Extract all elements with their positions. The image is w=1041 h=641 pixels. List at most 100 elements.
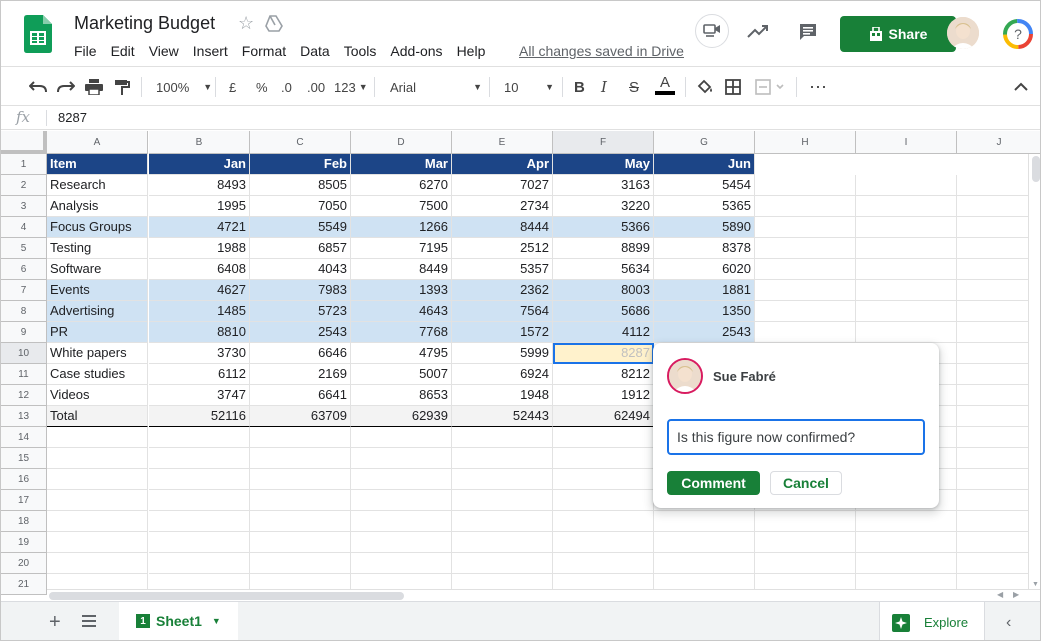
menu-tools[interactable]: Tools bbox=[344, 43, 377, 59]
empty-cell[interactable] bbox=[755, 553, 856, 574]
table-cell[interactable]: 1948 bbox=[452, 385, 553, 406]
more-options-icon[interactable]: ⋯ bbox=[809, 75, 828, 99]
table-cell[interactable]: Analysis bbox=[47, 196, 148, 217]
row-header-13[interactable]: 13 bbox=[1, 406, 47, 427]
bold-button[interactable]: B bbox=[574, 75, 585, 99]
empty-cell[interactable] bbox=[856, 217, 957, 238]
row-header-4[interactable]: 4 bbox=[1, 217, 47, 238]
empty-cell[interactable] bbox=[351, 427, 452, 448]
total-cell[interactable]: 52443 bbox=[452, 406, 553, 427]
collapse-side-panel-icon[interactable]: ‹ bbox=[1006, 614, 1011, 632]
empty-cell[interactable] bbox=[553, 469, 654, 490]
empty-cell[interactable] bbox=[452, 511, 553, 532]
table-cell[interactable]: 4112 bbox=[553, 322, 654, 343]
table-cell[interactable]: 1988 bbox=[149, 238, 250, 259]
tab-sheet1[interactable]: 1 Sheet1 ▼ bbox=[119, 602, 238, 640]
zoom-select[interactable]: 100% ▼ bbox=[156, 75, 212, 99]
redo-icon[interactable] bbox=[57, 75, 75, 99]
empty-cell[interactable] bbox=[452, 469, 553, 490]
table-cell[interactable]: Case studies bbox=[47, 364, 148, 385]
header-cell[interactable]: Apr bbox=[452, 154, 553, 175]
table-cell[interactable]: 8212 bbox=[553, 364, 654, 385]
row-header-17[interactable]: 17 bbox=[1, 490, 47, 511]
empty-cell[interactable] bbox=[654, 511, 755, 532]
format-currency-button[interactable]: £ bbox=[229, 75, 236, 99]
menu-file[interactable]: File bbox=[74, 43, 97, 59]
table-cell[interactable]: 6646 bbox=[250, 343, 351, 364]
row-header-11[interactable]: 11 bbox=[1, 364, 47, 385]
table-cell[interactable]: 7050 bbox=[250, 196, 351, 217]
vertical-scroll-thumb[interactable] bbox=[1032, 156, 1040, 182]
collapse-toolbar-icon[interactable] bbox=[1014, 75, 1028, 99]
chevron-down-icon[interactable]: ▼ bbox=[212, 616, 221, 626]
row-header-2[interactable]: 2 bbox=[1, 175, 47, 196]
table-cell[interactable]: 1485 bbox=[149, 301, 250, 322]
empty-cell[interactable] bbox=[755, 196, 856, 217]
header-cell[interactable]: Mar bbox=[351, 154, 452, 175]
table-cell[interactable]: 8378 bbox=[654, 238, 755, 259]
empty-cell[interactable] bbox=[149, 553, 250, 574]
empty-cell[interactable] bbox=[47, 532, 148, 553]
column-header-e[interactable]: E bbox=[452, 131, 553, 154]
sheets-logo-icon[interactable] bbox=[24, 15, 52, 53]
table-cell[interactable]: Testing bbox=[47, 238, 148, 259]
row-header-7[interactable]: 7 bbox=[1, 280, 47, 301]
row-header-9[interactable]: 9 bbox=[1, 322, 47, 343]
total-cell[interactable]: 52116 bbox=[149, 406, 250, 427]
empty-cell[interactable] bbox=[452, 532, 553, 553]
empty-cell[interactable] bbox=[755, 301, 856, 322]
row-header-16[interactable]: 16 bbox=[1, 469, 47, 490]
empty-cell[interactable] bbox=[856, 280, 957, 301]
empty-cell[interactable] bbox=[351, 511, 452, 532]
scroll-down-icon[interactable]: ▼ bbox=[1032, 581, 1039, 588]
empty-cell[interactable] bbox=[250, 490, 351, 511]
table-cell[interactable]: 5890 bbox=[654, 217, 755, 238]
menu-format[interactable]: Format bbox=[242, 43, 286, 59]
empty-cell[interactable] bbox=[250, 553, 351, 574]
table-cell[interactable]: 1266 bbox=[351, 217, 452, 238]
table-cell[interactable]: 2734 bbox=[452, 196, 553, 217]
explore-button[interactable]: Explore bbox=[879, 602, 985, 640]
empty-cell[interactable] bbox=[654, 553, 755, 574]
empty-cell[interactable] bbox=[250, 469, 351, 490]
table-cell[interactable]: 3730 bbox=[149, 343, 250, 364]
empty-cell[interactable] bbox=[47, 490, 148, 511]
column-header-b[interactable]: B bbox=[149, 131, 250, 154]
scroll-right-icon[interactable]: ▶ bbox=[1013, 590, 1019, 599]
total-cell[interactable]: Total bbox=[47, 406, 148, 427]
row-header-8[interactable]: 8 bbox=[1, 301, 47, 322]
table-cell[interactable]: 6112 bbox=[149, 364, 250, 385]
menu-addons[interactable]: Add-ons bbox=[390, 43, 442, 59]
empty-cell[interactable] bbox=[351, 469, 452, 490]
comment-input[interactable]: Is this figure now confirmed? bbox=[667, 419, 925, 455]
table-cell[interactable]: 7027 bbox=[452, 175, 553, 196]
table-cell[interactable]: 5549 bbox=[250, 217, 351, 238]
empty-cell[interactable] bbox=[149, 511, 250, 532]
row-header-10[interactable]: 10 bbox=[1, 343, 47, 364]
empty-cell[interactable] bbox=[553, 532, 654, 553]
table-cell[interactable]: 4795 bbox=[351, 343, 452, 364]
increase-decimal-button[interactable]: .00 bbox=[307, 75, 325, 99]
table-cell[interactable]: 1350 bbox=[654, 301, 755, 322]
header-cell[interactable]: Jun bbox=[654, 154, 755, 175]
empty-cell[interactable] bbox=[452, 553, 553, 574]
column-header-f[interactable]: F bbox=[553, 131, 654, 154]
empty-cell[interactable] bbox=[553, 448, 654, 469]
merge-cells-icon[interactable] bbox=[755, 75, 785, 99]
table-cell[interactable]: 1912 bbox=[553, 385, 654, 406]
empty-cell[interactable] bbox=[856, 553, 957, 574]
table-cell[interactable]: 5365 bbox=[654, 196, 755, 217]
strikethrough-button[interactable]: S bbox=[629, 75, 639, 99]
total-cell[interactable]: 62494 bbox=[553, 406, 654, 427]
table-cell[interactable]: 8505 bbox=[250, 175, 351, 196]
table-cell[interactable]: 8493 bbox=[149, 175, 250, 196]
share-button[interactable]: Share bbox=[840, 16, 956, 52]
format-percent-button[interactable]: % bbox=[256, 75, 268, 99]
table-cell[interactable]: White papers bbox=[47, 343, 148, 364]
empty-cell[interactable] bbox=[250, 448, 351, 469]
empty-cell[interactable] bbox=[856, 196, 957, 217]
table-cell[interactable]: Events bbox=[47, 280, 148, 301]
move-to-drive-icon[interactable] bbox=[264, 15, 284, 33]
header-cell[interactable]: Feb bbox=[250, 154, 351, 175]
all-sheets-icon[interactable] bbox=[81, 614, 97, 628]
